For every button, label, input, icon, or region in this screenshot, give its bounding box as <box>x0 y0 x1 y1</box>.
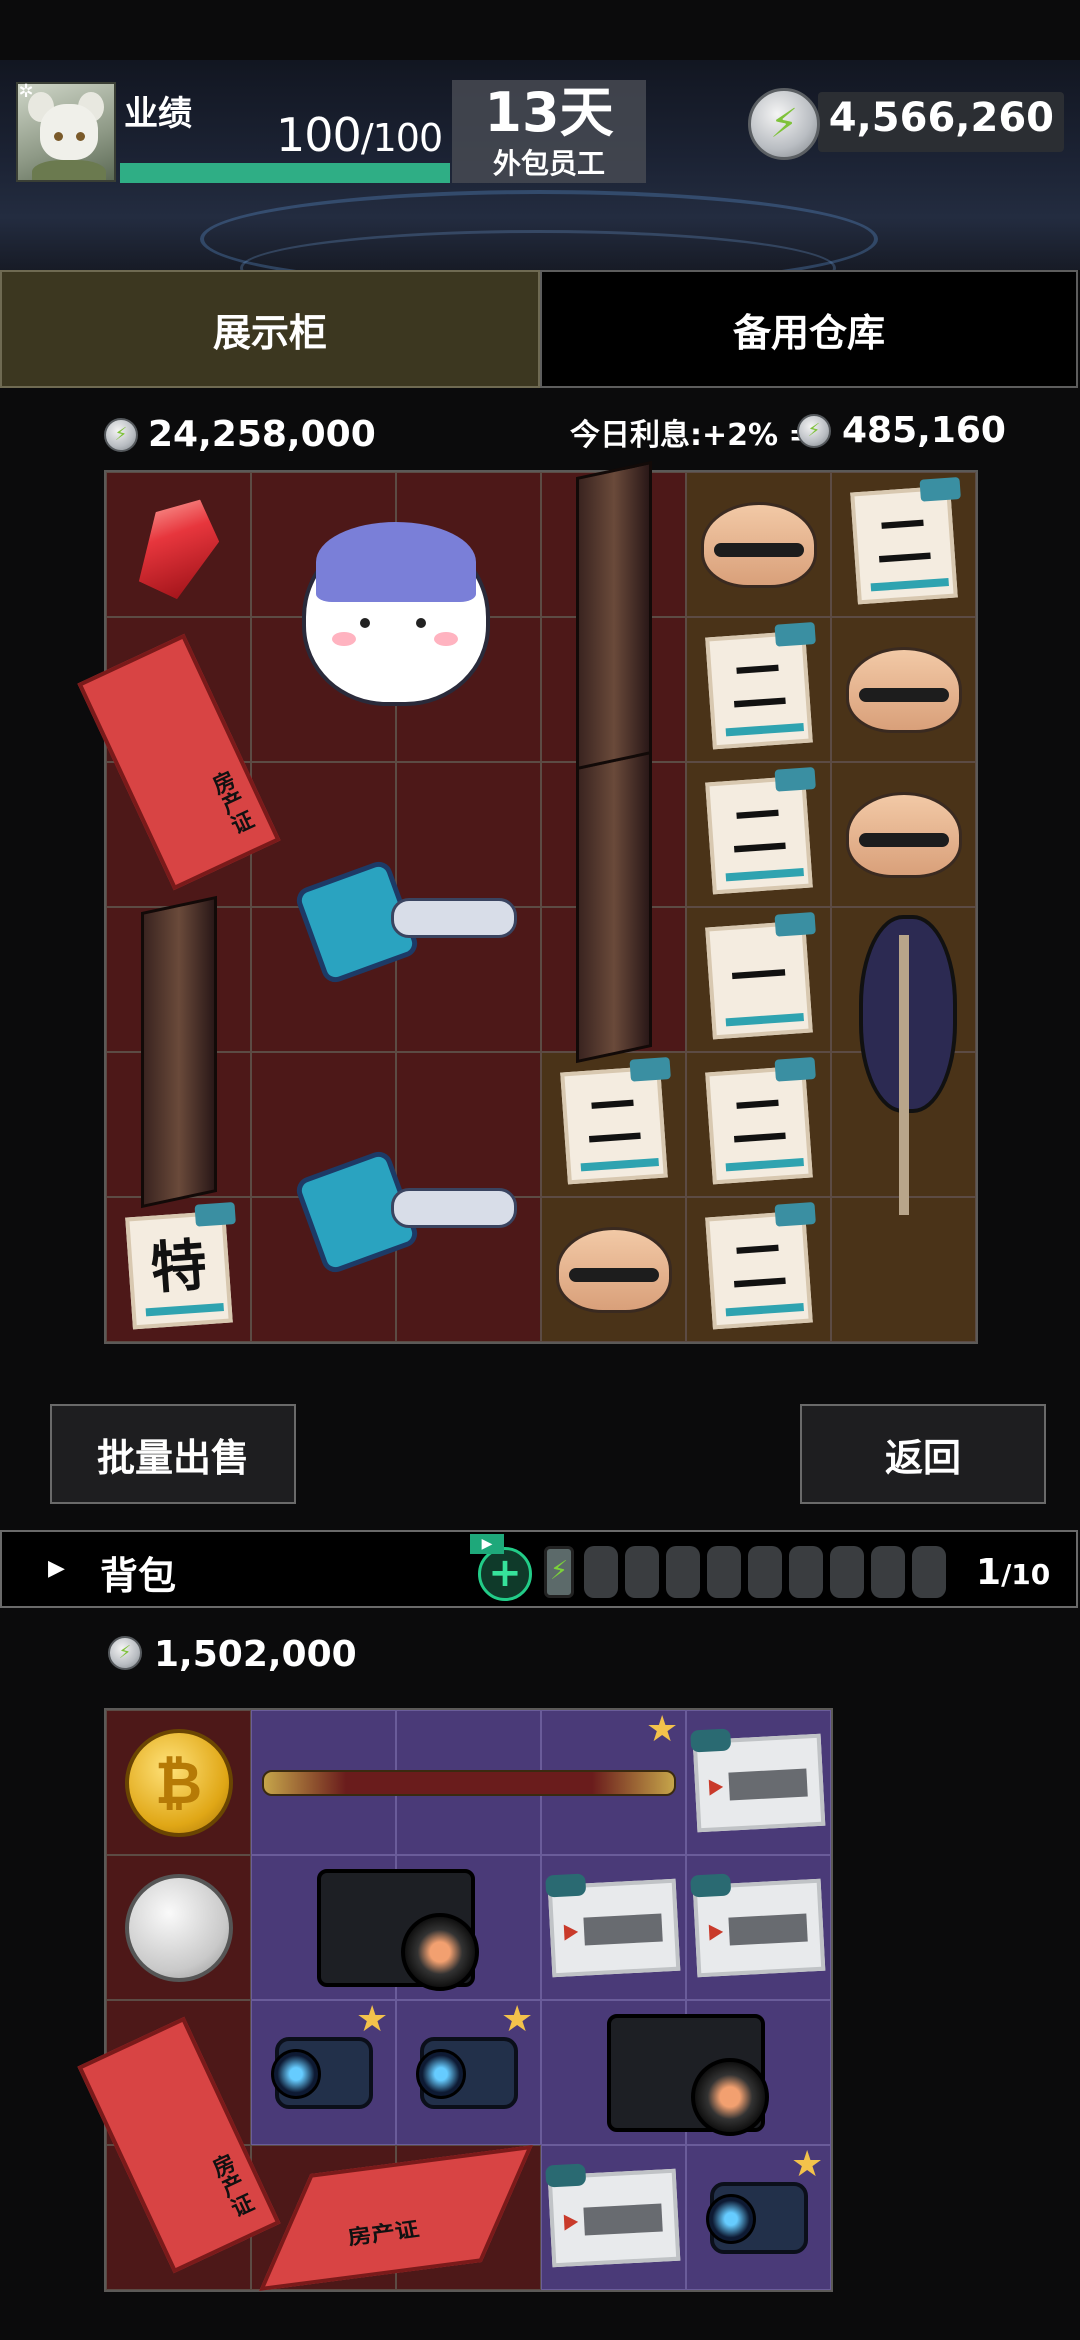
backpack-label: 背包 <box>100 1554 177 1598</box>
bulk-sell-button[interactable]: 批量出售 <box>50 1404 296 1504</box>
performance-progress-bar <box>120 163 450 183</box>
electric-guitar-item[interactable] <box>831 907 976 1342</box>
battery-icon: ⚡ <box>544 1546 574 1598</box>
helmet-item[interactable] <box>686 472 831 617</box>
performance-value: 100/100 <box>276 108 443 162</box>
silver-coin-item[interactable] <box>106 1855 251 2000</box>
robot-drone-item[interactable] <box>251 1052 541 1342</box>
interest-value: 485,160 <box>842 410 1006 451</box>
red-crystal-item[interactable] <box>106 472 251 617</box>
helmet-item[interactable] <box>541 1197 686 1342</box>
property-deed-item[interactable]: 房产证 <box>251 2144 541 2291</box>
golden-staff-item[interactable] <box>251 1710 686 1855</box>
helmet-item[interactable] <box>831 762 976 907</box>
add-slot-button[interactable]: + <box>478 1547 532 1601</box>
capacity-slot <box>789 1546 823 1598</box>
capacity-slot <box>912 1546 946 1598</box>
property-deed-item[interactable]: 房产证 <box>76 617 281 907</box>
award-certificate-item[interactable]: 二 <box>686 617 831 762</box>
player-role: 外包员工 <box>492 147 605 180</box>
energy-coin-icon <box>104 418 138 452</box>
helmet-item[interactable] <box>831 617 976 762</box>
energy-coin-icon <box>108 1636 142 1670</box>
capacity-slot <box>666 1546 700 1598</box>
capacity-slot <box>748 1546 782 1598</box>
award-certificate-item[interactable]: 二 <box>831 472 976 617</box>
back-button[interactable]: 返回 <box>800 1404 1046 1504</box>
award-certificate-item[interactable]: 二 <box>686 762 831 907</box>
gear-icon[interactable]: ✲ <box>16 82 36 102</box>
day-counter: 13天 <box>484 81 614 144</box>
interest-label: 今日利息:+2% = <box>570 418 814 453</box>
cat-plush-item[interactable] <box>251 472 541 762</box>
wooden-plank-item[interactable] <box>106 895 251 1209</box>
expand-arrow-icon[interactable]: ▶ <box>48 1556 65 1581</box>
performance-progress-fill <box>120 163 450 183</box>
camera-item[interactable] <box>541 2000 831 2145</box>
star-icon: ★ <box>791 2144 824 2185</box>
wooden-plank-item[interactable] <box>541 750 686 1064</box>
energy-coin-icon <box>748 88 820 160</box>
cabinet-total-value: 24,258,000 <box>148 414 376 455</box>
tab-display-cabinet[interactable]: 展示柜 <box>0 270 540 388</box>
ticket-item[interactable] <box>686 1855 831 2000</box>
award-certificate-item[interactable]: 一 <box>686 907 831 1052</box>
backpack-count: 1/10 <box>976 1552 1051 1593</box>
special-award-certificate-item[interactable]: 特 <box>106 1197 251 1342</box>
money-value: 4,566,260 <box>828 95 1054 141</box>
award-certificate-item[interactable]: 二 <box>686 1197 831 1342</box>
ticket-item[interactable] <box>541 1855 686 2000</box>
award-certificate-item[interactable]: 二 <box>686 1052 831 1197</box>
robot-drone-item[interactable] <box>251 762 541 1052</box>
star-icon: ★ <box>646 1709 679 1750</box>
star-icon: ★ <box>501 1999 534 2040</box>
ticket-item[interactable] <box>686 1710 831 1855</box>
property-deed-item[interactable]: 房产证 <box>76 2000 281 2290</box>
tab-backup-storage[interactable]: 备用仓库 <box>540 270 1078 388</box>
capacity-slot <box>871 1546 905 1598</box>
wooden-plank-item[interactable] <box>541 460 686 774</box>
performance-label: 业绩 <box>124 94 192 134</box>
bitcoin-item[interactable]: ₿ <box>106 1710 251 1855</box>
camera-item[interactable] <box>251 1855 541 2000</box>
capacity-slot <box>707 1546 741 1598</box>
energy-coin-icon <box>797 414 831 448</box>
backpack-total-value: 1,502,000 <box>154 1634 357 1675</box>
ticket-item[interactable] <box>541 2145 686 2290</box>
video-ad-icon: ▶ <box>470 1534 504 1554</box>
star-icon: ★ <box>356 1999 389 2040</box>
capacity-slot <box>584 1546 618 1598</box>
award-certificate-item[interactable]: 二 <box>541 1052 686 1197</box>
capacity-slot <box>830 1546 864 1598</box>
capacity-slot <box>625 1546 659 1598</box>
